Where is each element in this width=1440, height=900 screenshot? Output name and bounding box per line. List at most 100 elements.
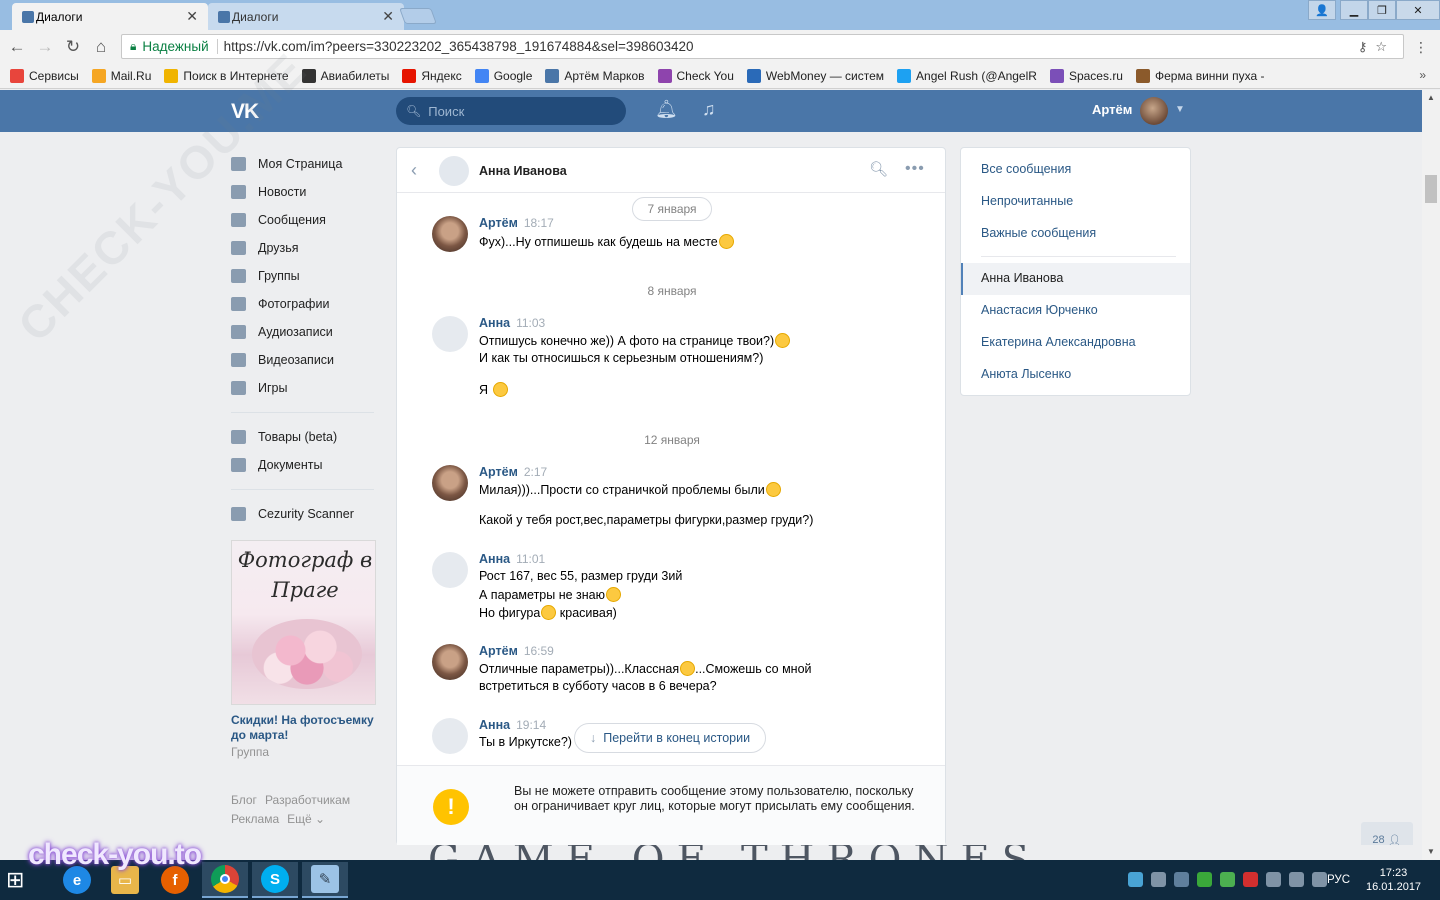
tray-app-icon[interactable]: [1197, 872, 1212, 887]
partner-avatar[interactable]: [439, 156, 469, 186]
message-time[interactable]: 16:59: [524, 644, 554, 658]
bookmark-star-icon[interactable]: ☆: [1375, 39, 1395, 54]
network-icon[interactable]: [1289, 872, 1304, 887]
key-icon[interactable]: ⚷: [1358, 39, 1376, 54]
bookmark-item[interactable]: Ферма винни пуха -: [1135, 68, 1264, 83]
sidebar-item[interactable]: Новости: [231, 178, 381, 206]
sidebar-item[interactable]: Группы: [231, 262, 381, 290]
system-clock[interactable]: 17:23 16.01.2017: [1366, 866, 1421, 894]
message-time[interactable]: 19:14: [516, 718, 546, 732]
avatar[interactable]: [432, 316, 468, 352]
sidebar-item[interactable]: Фотографии: [231, 290, 381, 318]
keyboard-language[interactable]: РУС: [1327, 874, 1350, 886]
more-bookmarks-icon[interactable]: »: [1419, 68, 1426, 82]
scroll-down-icon[interactable]: ▼: [1422, 844, 1440, 860]
back-icon[interactable]: ←: [6, 36, 28, 58]
dialog-item-active[interactable]: Анна Иванова: [961, 263, 1190, 295]
message-time[interactable]: 11:03: [516, 316, 545, 330]
user-name[interactable]: Артём: [1092, 102, 1132, 117]
user-profile-icon[interactable]: 👤: [1308, 0, 1336, 20]
bookmark-item[interactable]: Mail.Ru: [91, 68, 151, 83]
volume-icon[interactable]: [1312, 872, 1327, 887]
message-time[interactable]: 11:01: [516, 552, 545, 566]
message-author[interactable]: Анна: [479, 552, 510, 566]
bookmark-item[interactable]: Артём Марков: [545, 68, 645, 83]
close-window-button[interactable]: ✕: [1396, 0, 1440, 20]
message-author[interactable]: Анна: [479, 316, 510, 330]
tray-app-icon[interactable]: [1151, 872, 1166, 887]
ad-image[interactable]: Фотограф в Праге: [231, 540, 376, 705]
search-input[interactable]: 🔍︎ Поиск: [396, 97, 626, 125]
sidebar-item[interactable]: Игры: [231, 374, 381, 402]
developers-link[interactable]: Разработчикам: [265, 793, 350, 807]
flag-icon[interactable]: [1266, 872, 1281, 887]
bookmark-item[interactable]: Сервисы: [10, 68, 79, 83]
dialog-item[interactable]: Анюта Лысенко: [981, 367, 1071, 381]
tab-dialogs-active[interactable]: Диалоги ✕: [12, 3, 208, 30]
address-bar[interactable]: 🔒︎ Надежный https://vk.com/im?peers=3302…: [121, 34, 1404, 59]
chrome-icon[interactable]: [202, 862, 248, 898]
minimize-button[interactable]: ▁: [1340, 0, 1368, 20]
message-author[interactable]: Анна: [479, 718, 510, 732]
blog-link[interactable]: Блог: [231, 793, 257, 807]
skype-icon[interactable]: S: [252, 862, 298, 898]
sidebar-item[interactable]: Сообщения: [231, 206, 381, 234]
bookmark-item[interactable]: Яндекс: [402, 68, 462, 83]
browser-menu-icon[interactable]: ⋮: [1414, 39, 1428, 56]
reload-icon[interactable]: ↻: [62, 36, 84, 58]
sidebar-item[interactable]: Товары (beta): [231, 423, 381, 451]
scrollbar-thumb[interactable]: [1425, 175, 1437, 203]
sidebar-item[interactable]: Моя Страница: [231, 150, 381, 178]
sidebar-item[interactable]: Cezurity Scanner: [231, 500, 381, 528]
close-tab-icon[interactable]: ✕: [186, 8, 198, 25]
maximize-button[interactable]: ❐: [1368, 0, 1396, 20]
message-time[interactable]: 18:17: [524, 216, 554, 230]
new-tab-button[interactable]: [399, 8, 437, 24]
avatar[interactable]: [432, 216, 468, 252]
scroll-up-icon[interactable]: ▲: [1422, 90, 1440, 106]
avatar[interactable]: [432, 465, 468, 501]
message-author[interactable]: Артём: [479, 465, 518, 479]
message-history[interactable]: 7 января Артём 18:17 Фух)...Ну отпишешь к…: [397, 194, 947, 764]
sidebar-item[interactable]: Документы: [231, 451, 381, 479]
url-text[interactable]: https://vk.com/im?peers=330223202_365438…: [224, 39, 694, 54]
filter-unread[interactable]: Непрочитанные: [981, 194, 1073, 208]
sidebar-item[interactable]: Аудиозаписи: [231, 318, 381, 346]
filter-important[interactable]: Важные сообщения: [981, 226, 1096, 240]
bookmark-item[interactable]: Google: [474, 68, 532, 83]
bookmark-item[interactable]: WebMoney — систем: [746, 68, 884, 83]
avatar[interactable]: [432, 718, 468, 754]
steam-icon[interactable]: [1174, 872, 1189, 887]
search-icon[interactable]: 🔍︎: [869, 160, 888, 178]
tab-dialogs-2[interactable]: Диалоги ✕: [208, 3, 404, 30]
avatar[interactable]: [432, 644, 468, 680]
music-player-icon[interactable]: ♫: [702, 99, 716, 120]
vk-logo-icon[interactable]: VK: [231, 100, 259, 124]
dialog-item[interactable]: Екатерина Александровна: [981, 335, 1136, 349]
bookmark-item[interactable]: Check You: [657, 68, 734, 83]
back-arrow-icon[interactable]: ‹: [411, 160, 417, 181]
avatar[interactable]: [432, 552, 468, 588]
jump-to-end-button[interactable]: ↓ Перейти в конец истории: [574, 723, 767, 753]
message-author[interactable]: Артём: [479, 216, 518, 230]
message-author[interactable]: Артём: [479, 644, 518, 658]
bookmark-item[interactable]: Авиабилеты: [301, 68, 389, 83]
more-link[interactable]: Ещё ⌄: [287, 812, 325, 826]
bookmark-item[interactable]: Spaces.ru: [1049, 68, 1123, 83]
notifications-bell-icon[interactable]: 🔔︎: [655, 99, 678, 120]
home-icon[interactable]: ⌂: [90, 36, 112, 58]
message-time[interactable]: 2:17: [524, 465, 547, 479]
tray-app-icon[interactable]: [1220, 872, 1235, 887]
dialog-item[interactable]: Анастасия Юрченко: [981, 303, 1098, 317]
tray-app-icon[interactable]: [1243, 872, 1258, 887]
notepad-icon[interactable]: ✎: [302, 862, 348, 898]
chat-partner-name[interactable]: Анна Иванова: [479, 164, 567, 178]
more-dots-icon[interactable]: •••: [905, 160, 925, 178]
bookmark-item[interactable]: Поиск в Интернете: [164, 68, 289, 83]
ad-title[interactable]: Скидки! На фотосъемку до марта!: [231, 713, 381, 743]
page-scrollbar[interactable]: ▲ ▼: [1422, 90, 1440, 860]
sidebar-item[interactable]: Видеозаписи: [231, 346, 381, 374]
chevron-down-icon[interactable]: ▼: [1175, 104, 1185, 115]
filter-all-messages[interactable]: Все сообщения: [981, 162, 1071, 176]
avatar[interactable]: [1140, 97, 1168, 125]
